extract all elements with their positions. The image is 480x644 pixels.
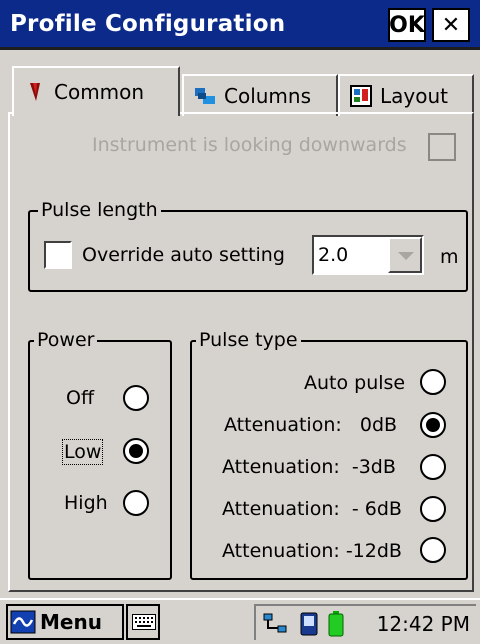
atten-12db-radio[interactable] (420, 537, 446, 563)
atten-3db-label: Attenuation: -3dB (222, 456, 396, 478)
power-low-label: Low (61, 439, 104, 465)
power-high-radio[interactable] (123, 490, 149, 516)
atten-0db-radio[interactable] (420, 412, 446, 438)
instrument-checkbox[interactable] (428, 133, 456, 161)
ok-button[interactable]: OK (388, 8, 426, 42)
menu-button[interactable]: Menu (6, 604, 124, 640)
device-icon[interactable] (300, 612, 318, 640)
keyboard-button[interactable] (126, 604, 160, 640)
tab-common-label: Common (54, 80, 145, 104)
override-label: Override auto setting (82, 244, 285, 266)
power-high-label: High (64, 492, 108, 514)
atten-3db-radio[interactable] (420, 454, 446, 480)
menu-label: Menu (40, 610, 102, 634)
tab-columns-label: Columns (224, 84, 312, 108)
pulse-length-label: Pulse length (38, 198, 161, 222)
atten-6db-radio[interactable] (420, 496, 446, 522)
atten-0db-label: Attenuation: 0dB (224, 414, 398, 436)
pulse-type-label: Pulse type (196, 328, 301, 352)
atten-12db-label: Attenuation: -12dB (222, 540, 402, 562)
pulse-length-select[interactable]: 2.0 (312, 235, 424, 275)
power-off-label: Off (66, 387, 95, 409)
keyboard-icon (132, 614, 156, 634)
system-tray: 12:42 PM (254, 604, 476, 640)
layout-icon (350, 85, 372, 107)
tab-layout[interactable]: Layout (338, 74, 474, 116)
override-checkbox[interactable] (44, 241, 72, 269)
clock-time[interactable]: 12:42 PM (377, 612, 470, 636)
start-logo-icon (10, 610, 36, 634)
power-label: Power (34, 328, 98, 352)
close-button[interactable]: ✕ (432, 8, 470, 42)
instrument-label: Instrument is looking downwards (92, 134, 407, 156)
atten-6db-label: Attenuation: - 6dB (222, 498, 402, 520)
tab-layout-label: Layout (380, 84, 448, 108)
pulse-length-unit: m (440, 246, 459, 268)
auto-pulse-label: Auto pulse (304, 372, 406, 394)
chevron-down-icon[interactable] (388, 237, 422, 273)
taskbar: Menu 12:42 PM (0, 598, 480, 644)
columns-icon (194, 85, 216, 107)
window-title: Profile Configuration (10, 11, 286, 37)
tab-columns[interactable]: Columns (182, 74, 338, 116)
auto-pulse-radio[interactable] (420, 369, 446, 395)
battery-icon[interactable] (328, 611, 344, 641)
title-bar: Profile Configuration OK ✕ (0, 0, 480, 50)
network-icon[interactable] (262, 612, 290, 640)
power-off-radio[interactable] (123, 385, 149, 411)
red-pen-icon (24, 81, 46, 103)
power-low-radio[interactable] (123, 438, 149, 464)
tab-common[interactable]: Common (12, 66, 180, 116)
pulse-length-value: 2.0 (318, 244, 349, 266)
